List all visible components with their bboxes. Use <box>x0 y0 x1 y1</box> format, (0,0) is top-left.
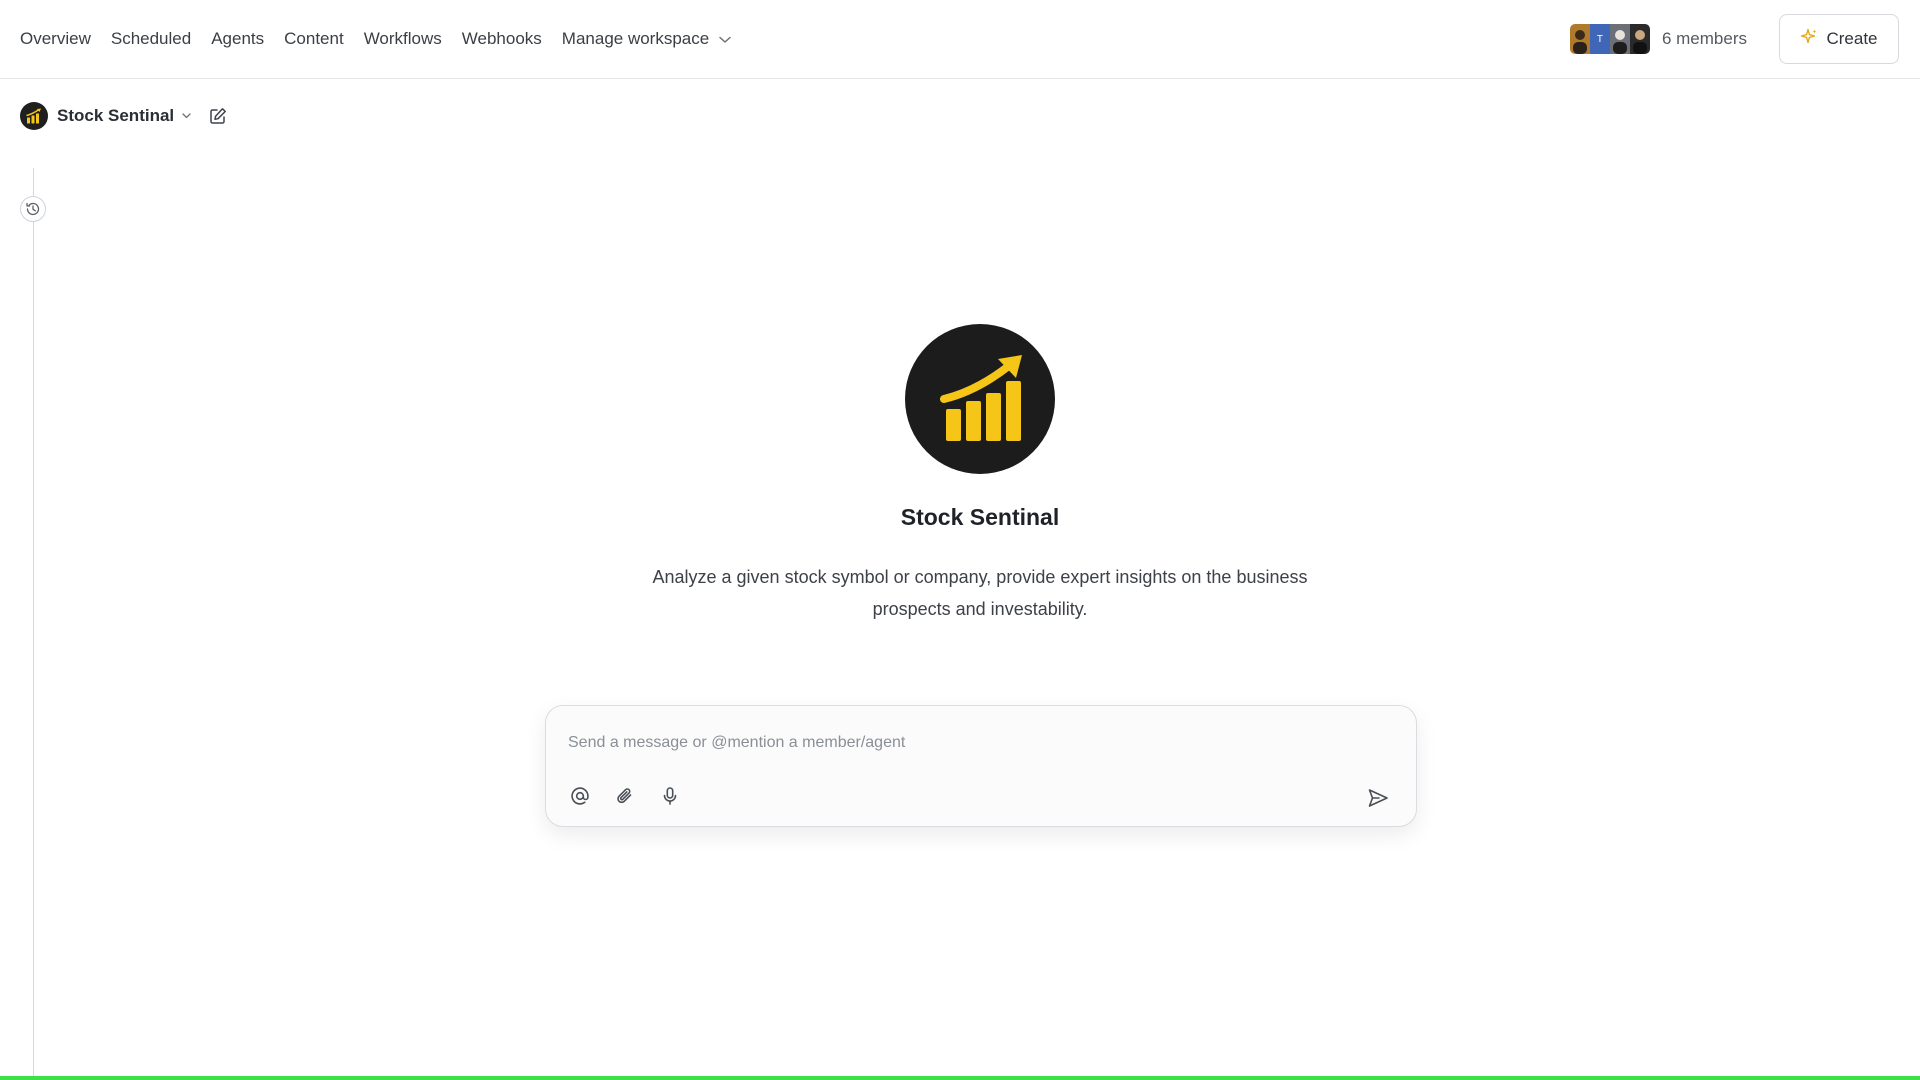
nav-overview[interactable]: Overview <box>20 29 91 49</box>
avatar <box>1629 24 1650 54</box>
nav-manage-workspace-label: Manage workspace <box>561 29 710 48</box>
progress-bar <box>0 1076 1920 1080</box>
sparkle-icon <box>1800 28 1818 51</box>
topbar-right: T 6 members Create <box>1569 14 1900 64</box>
avatar <box>1609 24 1630 54</box>
members-count[interactable]: 6 members <box>1662 29 1747 49</box>
nav-scheduled[interactable]: Scheduled <box>111 29 191 49</box>
agent-logo <box>905 324 1055 474</box>
at-icon[interactable] <box>568 784 592 808</box>
message-input[interactable] <box>568 734 1368 752</box>
agent-name[interactable]: Stock Sentinal <box>57 106 174 126</box>
top-navigation: Overview Scheduled Agents Content Workfl… <box>0 0 1920 79</box>
create-button[interactable]: Create <box>1779 14 1899 64</box>
message-composer <box>545 705 1417 827</box>
nav-webhooks[interactable]: Webhooks <box>462 29 542 49</box>
history-icon[interactable] <box>20 196 46 222</box>
agent-avatar <box>20 102 48 130</box>
edit-icon[interactable] <box>209 107 227 125</box>
agent-intro: Stock Sentinal Analyze a given stock sym… <box>0 324 1920 625</box>
microphone-icon[interactable] <box>658 784 682 808</box>
agent-header: Stock Sentinal <box>20 100 227 132</box>
nav-agents[interactable]: Agents <box>211 29 264 49</box>
main-nav: Overview Scheduled Agents Content Workfl… <box>20 29 731 49</box>
nav-workflows[interactable]: Workflows <box>364 29 442 49</box>
chevron-down-icon <box>719 29 731 49</box>
nav-manage-workspace[interactable]: Manage workspace <box>562 29 731 49</box>
create-button-label: Create <box>1826 29 1878 48</box>
chevron-down-icon[interactable] <box>182 113 191 119</box>
member-avatars[interactable]: T <box>1569 24 1650 54</box>
agent-title: Stock Sentinal <box>900 504 1060 530</box>
agent-description: Analyze a given stock symbol or company,… <box>652 567 1308 619</box>
paperclip-icon[interactable] <box>613 784 637 808</box>
nav-content[interactable]: Content <box>284 29 344 49</box>
avatar: T <box>1589 24 1610 54</box>
composer-tools <box>568 784 682 808</box>
send-icon[interactable] <box>1366 786 1390 810</box>
avatar <box>1569 24 1590 54</box>
